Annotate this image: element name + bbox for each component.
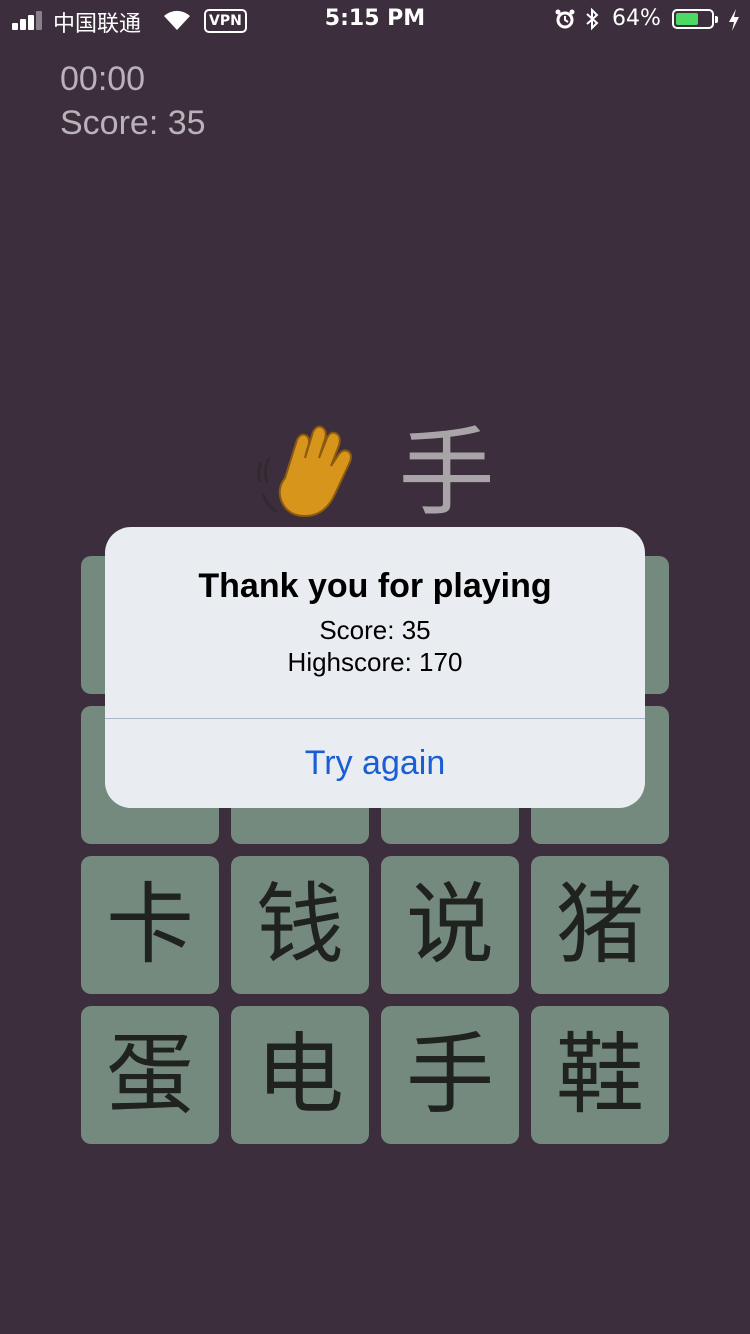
alert-title: Thank you for playing [198,567,552,605]
battery-percent: 64% [612,6,661,31]
tile-11[interactable]: 说 [381,856,519,994]
tile-13[interactable]: 蛋 [81,1006,219,1144]
alert-highscore: Highscore: 170 [287,647,463,677]
prompt-character: 手 [398,417,495,529]
tile-15[interactable]: 手 [381,1006,519,1144]
tile-10[interactable]: 钱 [231,856,369,994]
game-timer: 00:00 [60,60,146,98]
tile-12[interactable]: 猪 [531,856,669,994]
bluetooth-icon [586,7,599,31]
alarm-icon [555,9,575,29]
game-over-alert: Thank you for playing Score: 35 Highscor… [105,527,645,808]
charging-icon [729,9,739,31]
prompt-area: 手 [0,418,750,528]
try-again-button[interactable]: Try again [105,719,645,808]
battery-icon [672,9,718,29]
status-bar: 中国联通 VPN 5:15 PM 64% [0,0,750,40]
game-score: Score: 35 [60,104,206,142]
tile-9[interactable]: 卡 [81,856,219,994]
waving-hand-icon [257,425,353,518]
alert-score: Score: 35 [319,615,431,645]
tile-14[interactable]: 电 [231,1006,369,1144]
tile-16[interactable]: 鞋 [531,1006,669,1144]
